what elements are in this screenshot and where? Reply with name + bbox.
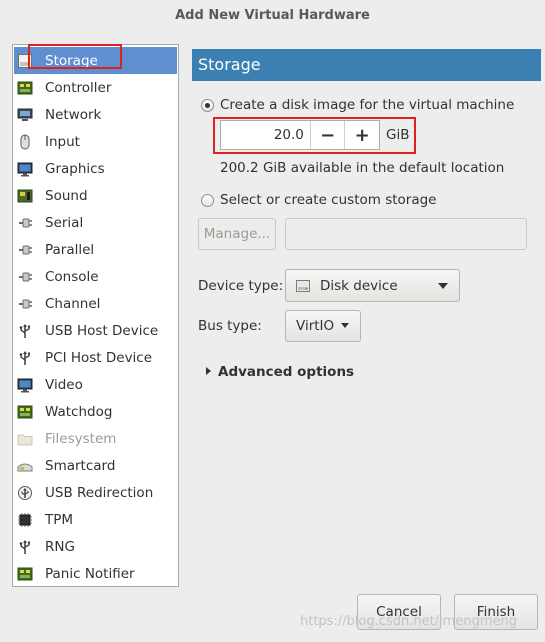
sidebar-item-label: TPM: [45, 511, 74, 528]
sidebar-item-channel[interactable]: Channel: [14, 290, 177, 317]
sidebar-item-label: Channel: [45, 295, 101, 312]
advanced-options-expander[interactable]: Advanced options: [218, 364, 354, 380]
sidebar-item-label: Panic Notifier: [45, 565, 135, 582]
sound-card-icon: [17, 189, 33, 202]
sidebar-item-pci-host-device[interactable]: PCI Host Device: [14, 344, 177, 371]
sidebar-item-label: Serial: [45, 214, 84, 231]
smartcard-icon: [17, 463, 33, 471]
sidebar-item-video[interactable]: Video: [14, 371, 177, 398]
sidebar-item-controller[interactable]: Controller: [14, 74, 177, 101]
expander-arrow-icon[interactable]: [206, 367, 211, 375]
tpm-chip-icon: [18, 512, 32, 527]
chip-icon: [17, 405, 33, 418]
window-title: Add New Virtual Hardware: [175, 8, 370, 23]
sidebar-item-network[interactable]: Network: [14, 101, 177, 128]
sidebar-item-watchdog[interactable]: Watchdog: [14, 398, 177, 425]
sidebar-item-console[interactable]: Console: [14, 263, 177, 290]
sidebar-item-label: PCI Host Device: [45, 349, 153, 366]
plug-icon: [19, 218, 32, 227]
chevron-down-icon: [438, 283, 448, 289]
chevron-down-icon: [341, 323, 349, 328]
sidebar-item-filesystem[interactable]: Filesystem: [14, 425, 177, 452]
sidebar-item-serial[interactable]: Serial: [14, 209, 177, 236]
device-type-value: Disk device: [320, 277, 398, 294]
storage-highlight-box: [28, 44, 122, 69]
usb-icon: [19, 539, 30, 554]
size-highlight-box: [213, 117, 416, 154]
bus-type-label: Bus type:: [198, 318, 262, 334]
sidebar-item-smartcard[interactable]: Smartcard: [14, 452, 177, 479]
bus-type-select[interactable]: VirtIO: [285, 310, 361, 342]
folder-icon: [17, 434, 33, 445]
custom-storage-path-input[interactable]: [285, 218, 527, 250]
usb-icon: [19, 323, 30, 338]
sidebar-item-label: USB Host Device: [45, 322, 159, 339]
create-disk-radio[interactable]: [201, 99, 214, 112]
chip-icon: [17, 81, 33, 94]
plug-icon: [19, 272, 32, 281]
plug-icon: [19, 245, 32, 254]
sidebar-item-label: Filesystem: [45, 430, 117, 447]
sidebar-item-label: Smartcard: [45, 457, 116, 474]
monitor-icon: [17, 378, 33, 392]
bus-type-value: VirtIO: [296, 318, 335, 334]
chip-icon: [17, 567, 33, 580]
custom-storage-radio[interactable]: [201, 194, 214, 207]
sidebar-item-label: Parallel: [45, 241, 95, 258]
sidebar-item-label: Watchdog: [45, 403, 113, 420]
sidebar-item-label: Graphics: [45, 160, 105, 177]
section-header: Storage: [192, 49, 541, 81]
sidebar-item-label: Console: [45, 268, 99, 285]
sidebar-item-label: RNG: [45, 538, 75, 555]
custom-storage-label[interactable]: Select or create custom storage: [220, 192, 436, 208]
sidebar-item-usb-redirection[interactable]: USB Redirection: [14, 479, 177, 506]
sidebar-item-label: Network: [45, 106, 102, 123]
sidebar-item-panic-notifier[interactable]: Panic Notifier: [14, 560, 177, 587]
sidebar-item-label: Input: [45, 133, 80, 150]
hardware-list[interactable]: Storage Controller Network Input Graphics Sou…: [12, 44, 179, 587]
sidebar-item-sound[interactable]: Sound: [14, 182, 177, 209]
disk-device-icon: [296, 279, 310, 292]
device-type-select[interactable]: Disk device: [285, 269, 460, 302]
sidebar-item-graphics[interactable]: Graphics: [14, 155, 177, 182]
sidebar-item-label: Controller: [45, 79, 112, 96]
sidebar-item-parallel[interactable]: Parallel: [14, 236, 177, 263]
manage-button[interactable]: Manage...: [198, 218, 276, 250]
watermark-text: https://blog.csdn.net/lmengmeng: [300, 614, 517, 629]
mouse-icon: [20, 134, 30, 149]
sidebar-item-label: Video: [45, 376, 83, 393]
device-type-label: Device type:: [198, 278, 284, 294]
create-disk-label[interactable]: Create a disk image for the virtual mach…: [220, 97, 514, 113]
sidebar-item-input[interactable]: Input: [14, 128, 177, 155]
available-space-text: 200.2 GiB available in the default locat…: [220, 160, 505, 176]
usb-redirect-icon: [18, 485, 32, 500]
sidebar-item-tpm[interactable]: TPM: [14, 506, 177, 533]
sidebar-item-rng[interactable]: RNG: [14, 533, 177, 560]
usb-icon: [19, 350, 30, 365]
sidebar-item-label: USB Redirection: [45, 484, 154, 501]
monitor-icon: [17, 162, 33, 176]
sidebar-item-label: Sound: [45, 187, 88, 204]
network-icon: [17, 108, 33, 121]
plug-icon: [19, 299, 32, 308]
sidebar-item-usb-host-device[interactable]: USB Host Device: [14, 317, 177, 344]
